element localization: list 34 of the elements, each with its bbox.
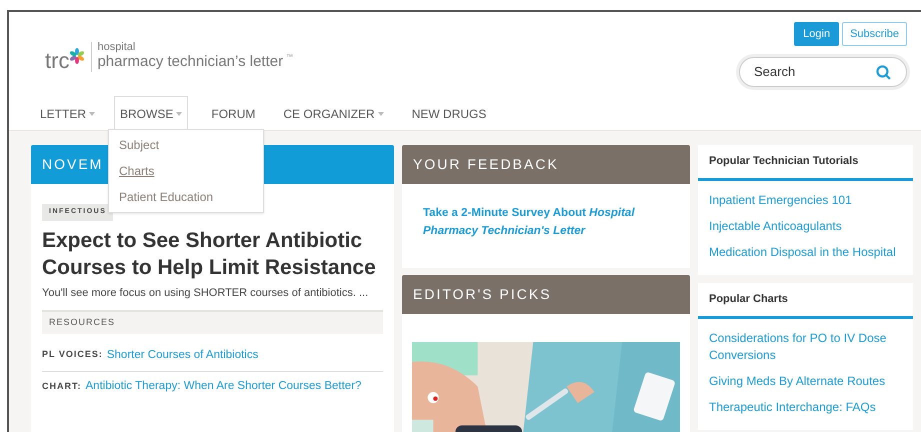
subscribe-button[interactable]: Subscribe	[842, 22, 907, 46]
sidebar-link[interactable]: Medication Disposal in the Hospital	[709, 244, 902, 261]
search-input[interactable]: Search	[754, 62, 875, 82]
sidebar-title: Popular Charts	[698, 283, 913, 319]
sidebar-link[interactable]: Inpatient Emergencies 101	[709, 192, 902, 209]
article-summary: You'll see more focus on using SHORTER courses of antibiotics. ...	[42, 286, 370, 301]
logo-title: pharmacy technician’s letter	[97, 53, 284, 72]
menu-item[interactable]: Charts	[119, 162, 154, 180]
editors-picks-header: EDITOR'S PICKS	[402, 275, 690, 314]
nav-tab[interactable]: NEW DRUGS	[402, 96, 496, 131]
nav-tab[interactable]: LETTER	[31, 96, 104, 131]
nav-tab[interactable]: CE ORGANIZER	[274, 96, 393, 131]
resource-link[interactable]: Shorter Courses of Antibiotics	[106, 346, 258, 364]
sidebar-link[interactable]: Injectable Anticoagulants	[709, 218, 902, 235]
flower-logo-icon	[69, 48, 86, 64]
resources-bar: RESOURCES	[42, 310, 383, 334]
sidebar-link[interactable]: Therapeutic Interchange: FAQs	[709, 399, 902, 416]
sidebar-link[interactable]: Giving Meds By Alternate Routes	[709, 373, 902, 390]
article-headline: Expect to See Shorter Antibiotic Courses to Help Limit Resistance	[42, 228, 377, 281]
search-icon[interactable]	[875, 64, 892, 80]
resource-label: PL VOICES:	[42, 348, 103, 362]
survey-link[interactable]: Take a 2-Minute Survey About Hospital Pharmacy Technician's Letter	[423, 204, 669, 240]
resource-label: CHART:	[42, 380, 82, 393]
logo-brand: trc	[45, 50, 70, 72]
nav-tab[interactable]: BROWSE	[114, 96, 188, 131]
feedback-header: YOUR FEEDBACK	[402, 145, 690, 184]
resource-link[interactable]: Antibiotic Therapy: When Are Shorter Courses Better?	[86, 378, 362, 395]
nav-tab[interactable]: FORUM	[202, 96, 264, 131]
logo-subtitle: hospital	[97, 42, 136, 53]
sidebar-title: Popular Technician Tutorials	[698, 145, 913, 181]
menu-item[interactable]: Patient Education	[119, 188, 214, 206]
sidebar-link[interactable]: Considerations for PO to IV Dose Conversions	[709, 330, 902, 364]
login-button[interactable]: Login	[794, 22, 840, 46]
search-box[interactable]: Search	[739, 57, 907, 87]
